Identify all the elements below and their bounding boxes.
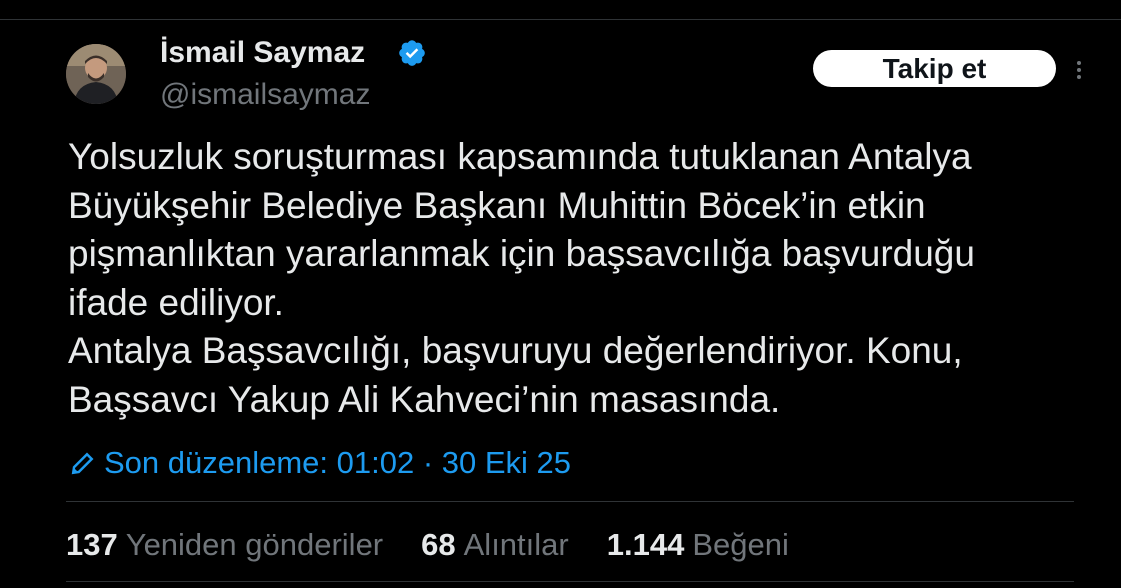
reposts-stat[interactable]: 137 Yeniden gönderiler: [66, 527, 383, 563]
quotes-stat[interactable]: 68 Alıntılar: [421, 527, 569, 563]
tweet-line: ifade ediliyor.: [68, 281, 284, 323]
tweet-line: pişmanlıktan yararlanmak için başsavcılı…: [68, 233, 975, 274]
divider: [66, 501, 1074, 502]
quotes-count: 68: [421, 527, 456, 562]
edit-history-label: Son düzenleme: 01:02 · 30 Eki 25: [104, 445, 572, 480]
likes-stat[interactable]: 1.144 Beğeni: [607, 527, 789, 563]
author-handle[interactable]: @ismailsaymaz: [160, 77, 370, 113]
tweet-line: Yolsuzluk soruşturması kapsamında tutukl…: [68, 136, 972, 177]
pencil-icon: [71, 452, 94, 475]
avatar[interactable]: [66, 44, 126, 104]
verified-badge-icon: [399, 40, 425, 66]
quotes-label: Alıntılar: [463, 527, 569, 562]
edit-history-link[interactable]: Son düzenleme: 01:02 · 30 Eki 25: [68, 444, 571, 482]
reposts-count: 137: [66, 527, 118, 562]
top-divider: [0, 19, 1121, 20]
author-display-name[interactable]: İsmail Saymaz: [160, 34, 365, 72]
follow-button[interactable]: Takip et: [813, 50, 1056, 87]
tweet-stats: 137 Yeniden gönderiler 68 Alıntılar 1.14…: [66, 525, 789, 565]
more-options-icon[interactable]: [1073, 58, 1085, 82]
tweet-text: Yolsuzluk soruşturması kapsamında tutukl…: [68, 133, 1078, 424]
tweet-line: Başsavcı Yakup Ali Kahveci’nin masasında…: [68, 378, 781, 420]
reposts-label: Yeniden gönderiler: [125, 527, 384, 562]
tweet-line: Antalya Başsavcılığı, başvuruyu değerlen…: [68, 330, 963, 371]
divider: [66, 581, 1074, 582]
likes-count: 1.144: [606, 527, 685, 562]
tweet-line: Büyükşehir Belediye Başkanı Muhittin Böc…: [68, 184, 926, 226]
likes-label: Beğeni: [692, 527, 789, 562]
